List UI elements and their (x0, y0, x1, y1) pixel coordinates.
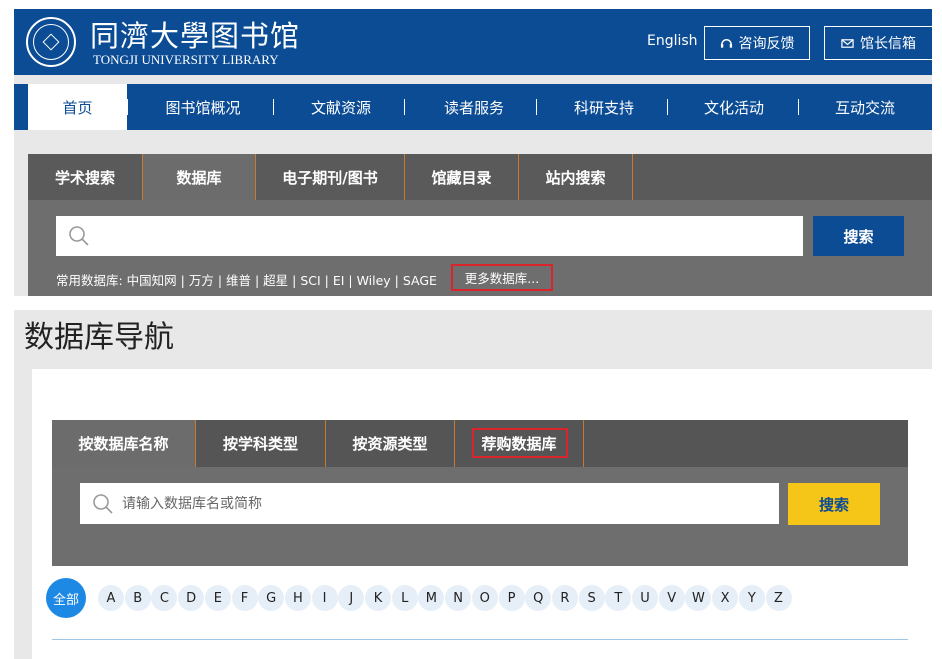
nav-separator (536, 99, 537, 115)
page-title: 数据库导航 (24, 320, 174, 355)
alpha-letter-w[interactable]: W (685, 585, 712, 611)
alpha-letter-e[interactable]: E (204, 585, 231, 611)
alpha-letter-o[interactable]: O (471, 585, 498, 611)
seal-core (42, 33, 60, 51)
alpha-letter-c[interactable]: C (151, 585, 178, 611)
alpha-letter-u[interactable]: U (632, 585, 658, 611)
alpha-letter-t[interactable]: T (605, 585, 632, 611)
alpha-letter-d[interactable]: D (178, 585, 205, 611)
logo-english-name[interactable]: TONGJI UNIVERSITY LIBRARY (93, 52, 279, 68)
nav-item-culture[interactable]: 文化活动 (679, 84, 789, 130)
common-databases-links[interactable]: 常用数据库: 中国知网 | 万方 | 维普 | 超星 | SCI | EI | … (56, 270, 437, 289)
alpha-letter-b[interactable]: B (124, 585, 151, 611)
tab-by-resource-type[interactable]: 按资源类型 (326, 420, 455, 467)
search-button[interactable]: 搜索 (813, 216, 904, 256)
alpha-letter-p[interactable]: P (498, 585, 525, 611)
alpha-letter-q[interactable]: Q (525, 585, 552, 611)
nav-item-research-support[interactable]: 科研支持 (549, 84, 659, 130)
nav-item-reader-services[interactable]: 读者服务 (419, 84, 529, 130)
alpha-letter-z[interactable]: Z (765, 585, 792, 611)
nav-item-overview[interactable]: 图书馆概况 (144, 84, 262, 130)
site-header: 同濟大學图书馆 TONGJI UNIVERSITY LIBRARY Englis… (14, 9, 932, 75)
english-link[interactable]: English (647, 33, 698, 49)
nav-separator (273, 99, 274, 115)
tab-by-name[interactable]: 按数据库名称 (52, 420, 196, 467)
alpha-letter-i[interactable]: I (311, 585, 338, 611)
mail-icon (841, 38, 854, 48)
database-navigation-screenshot: 数据库导航 按数据库名称 按学科类型 按资源类型 荐购数据库 搜索 全部 ABC… (14, 296, 942, 659)
tab-catalog[interactable]: 馆藏目录 (405, 154, 519, 200)
director-mailbox-button[interactable]: 馆长信箱 (824, 26, 932, 60)
consult-feedback-button[interactable]: 咨询反馈 (704, 26, 810, 60)
nav-item-resources[interactable]: 文献资源 (286, 84, 396, 130)
headset-icon (720, 38, 732, 48)
director-mailbox-label: 馆长信箱 (860, 36, 916, 52)
divider-line (52, 639, 908, 640)
alpha-letter-k[interactable]: K (365, 585, 391, 611)
alpha-letter-s[interactable]: S (578, 585, 605, 611)
alpha-letter-r[interactable]: R (551, 585, 578, 611)
database-search-input[interactable] (122, 495, 722, 512)
alphabet-filter: 全部 ABCDEFGHIJKLMNOPQRSTUVWXYZ (46, 578, 926, 618)
alpha-letter-f[interactable]: F (231, 585, 258, 611)
nav-separator (404, 99, 405, 115)
tab-databases[interactable]: 数据库 (143, 154, 256, 200)
nav-separator (127, 99, 128, 115)
nav-item-home[interactable]: 首页 (28, 84, 127, 130)
database-search-field[interactable] (80, 483, 779, 524)
main-nav: 首页 图书馆概况 文献资源 读者服务 科研支持 文化活动 互动交流 (14, 84, 932, 130)
search-panel: 搜索 常用数据库: 中国知网 | 万方 | 维普 | 超星 | SCI | EI… (28, 200, 932, 296)
title-bar: 数据库导航 (14, 310, 932, 369)
alpha-letter-j[interactable]: J (338, 585, 365, 611)
alpha-letter-h[interactable]: H (284, 585, 311, 611)
search-icon (93, 493, 113, 514)
logo-chinese-name[interactable]: 同濟大學图书馆 (90, 13, 300, 55)
search-tabs: 学术搜索 数据库 电子期刊/图书 馆藏目录 站内搜索 (28, 154, 932, 200)
alpha-letter-a[interactable]: A (98, 585, 124, 611)
consult-feedback-label: 咨询反馈 (738, 36, 795, 52)
alpha-letter-v[interactable]: V (658, 585, 685, 611)
tab-ejournals-ebooks[interactable]: 电子期刊/图书 (256, 154, 405, 200)
alpha-letter-x[interactable]: X (712, 585, 739, 611)
search-input[interactable] (56, 216, 803, 256)
search-icon (69, 226, 89, 246)
alpha-letter-g[interactable]: G (258, 585, 285, 611)
alpha-all-button[interactable]: 全部 (46, 578, 86, 618)
alpha-letter-m[interactable]: M (418, 585, 445, 611)
university-seal-icon[interactable] (26, 17, 76, 67)
database-search-button[interactable]: 搜索 (788, 483, 880, 525)
nav-separator (798, 99, 799, 115)
page: 同濟大學图书馆 TONGJI UNIVERSITY LIBRARY Englis… (0, 0, 942, 659)
more-databases-link[interactable]: 更多数据库... (451, 264, 553, 291)
nav-separator (667, 99, 668, 115)
alpha-letter-l[interactable]: L (391, 585, 418, 611)
database-filter-tabs: 按数据库名称 按学科类型 按资源类型 荐购数据库 (52, 420, 908, 467)
library-homepage-screenshot: 同濟大學图书馆 TONGJI UNIVERSITY LIBRARY Englis… (14, 9, 932, 296)
seal-ring (33, 24, 69, 60)
tab-academic-search[interactable]: 学术搜索 (28, 154, 143, 200)
tab-by-subject[interactable]: 按学科类型 (196, 420, 326, 467)
left-border-strip (14, 369, 32, 659)
alpha-letter-y[interactable]: Y (738, 585, 765, 611)
nav-item-interaction[interactable]: 互动交流 (810, 84, 920, 130)
database-search-panel: 搜索 (52, 467, 908, 566)
tab-site-search[interactable]: 站内搜索 (519, 154, 633, 200)
highlight-box (472, 428, 568, 458)
alpha-letter-n[interactable]: N (445, 585, 472, 611)
